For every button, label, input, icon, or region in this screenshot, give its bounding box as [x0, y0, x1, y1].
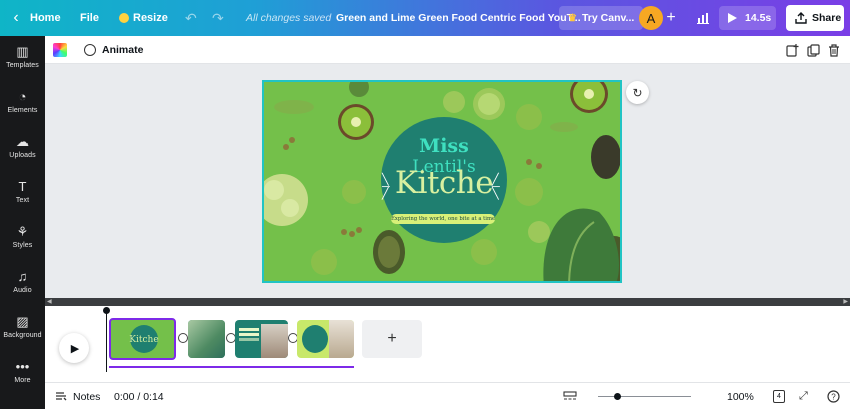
sidebar-item-templates[interactable]: ▥ Templates [0, 36, 45, 80]
timeline-view-icon[interactable] [563, 383, 577, 409]
sidebar-item-label: Text [15, 197, 30, 204]
sidebar-item-label: Elements [7, 107, 38, 114]
back-chevron-icon[interactable]: ‹ [8, 0, 24, 36]
save-status: All changes saved [246, 12, 332, 24]
sidebar-item-label: Uploads [9, 152, 36, 159]
scroll-right-icon[interactable]: ▶ [843, 298, 848, 306]
notes-icon [56, 392, 67, 401]
more-icon: ••• [15, 359, 30, 374]
timeline-progress-bar [109, 366, 354, 368]
resize-crown-icon [119, 13, 129, 23]
right-sparkle-marks: ╱ ─ ╲ [492, 174, 500, 200]
present-duration: 14.5s [745, 12, 772, 24]
timeline-play-icon[interactable]: ▶ [59, 333, 89, 363]
playhead-handle[interactable] [103, 307, 110, 314]
sidebar-item-label: Background [3, 332, 42, 339]
sidebar-item-elements[interactable]: ◔ Elements [0, 81, 45, 125]
editor-toolbar: Animate [45, 36, 850, 64]
templates-icon: ▥ [16, 44, 29, 59]
sidebar-item-styles[interactable]: ⚘ Styles [0, 216, 45, 260]
slide-tagline: Exploring the world, one bite at a time [391, 214, 495, 224]
play-icon [728, 13, 737, 23]
top-bar: ‹ Home File Resize ↶ ↷ All changes saved… [0, 0, 850, 36]
timeline-panel: ▶ Kitche + [45, 306, 850, 382]
text-icon: T [18, 179, 27, 194]
canvas-area: Miss Lentil's Kitche ╲ ─ ╱ ╱ ─ ╲ Exploring t… [45, 64, 850, 298]
color-picker-swatch[interactable] [53, 43, 67, 57]
zoom-slider-handle[interactable] [614, 393, 621, 400]
animate-button[interactable]: Animate [84, 36, 143, 64]
uploads-icon: ☁ [16, 134, 29, 149]
duplicate-page-icon[interactable] [807, 36, 820, 64]
elements-icon: ◔ [18, 89, 27, 104]
file-menu[interactable]: File [80, 0, 99, 36]
add-collaborator-icon[interactable]: + [664, 0, 678, 36]
thumbnail-image [188, 320, 225, 358]
add-page-button[interactable]: + [362, 320, 422, 358]
scroll-left-icon[interactable]: ◀ [47, 298, 52, 306]
insights-icon[interactable] [694, 0, 712, 36]
try-canva-pro-button[interactable]: ♛ Try Canv... [559, 6, 644, 30]
canvas-scrollbar[interactable]: ◀ ▶ [45, 298, 850, 306]
page-count-badge[interactable]: 4 [773, 390, 785, 403]
present-button[interactable]: 14.5s [719, 6, 776, 30]
share-button[interactable]: Share [786, 5, 844, 31]
notes-label: Notes [73, 390, 101, 403]
sidebar-item-label: More [14, 377, 31, 384]
left-sidebar: ▥ Templates ◔ Elements ☁ Uploads T Text … [0, 36, 45, 409]
page-thumbnail-3[interactable] [235, 320, 288, 358]
thumbnail-text-lines [239, 328, 259, 331]
sidebar-item-more[interactable]: ••• More [0, 351, 45, 395]
help-icon[interactable]: ? [827, 383, 840, 409]
refresh-suggestion-icon[interactable]: ↻ [626, 81, 649, 104]
resize-label: Resize [133, 12, 168, 24]
styles-icon: ⚘ [16, 224, 29, 239]
undo-icon[interactable]: ↶ [185, 0, 197, 36]
sidebar-item-audio[interactable]: ♫ Audio [0, 261, 45, 305]
avatar[interactable]: A [639, 6, 663, 30]
page-thumbnail-4[interactable] [297, 320, 354, 358]
background-icon: ▨ [16, 314, 29, 329]
footer-bar: Notes 0:00 / 0:14 100% 4 ⤢ ? [45, 382, 850, 409]
animate-label: Animate [102, 44, 144, 56]
sidebar-item-label: Styles [12, 242, 33, 249]
thumbnail-circle [302, 325, 328, 353]
timecode: 0:00 / 0:14 [114, 390, 164, 403]
zoom-level[interactable]: 100% [727, 383, 754, 409]
crown-icon: ♛ [568, 12, 577, 24]
sidebar-item-background[interactable]: ▨ Background [0, 306, 45, 350]
share-label: Share [812, 12, 842, 24]
audio-icon: ♫ [17, 269, 28, 284]
resize-button[interactable]: Resize [119, 0, 168, 36]
sidebar-item-label: Audio [13, 287, 32, 294]
sidebar-item-text[interactable]: T Text [0, 171, 45, 215]
slide-title-line1: Miss [419, 135, 469, 157]
notes-button[interactable]: Notes [55, 383, 100, 409]
zoom-slider-track[interactable] [598, 396, 691, 397]
left-sparkle-marks: ╲ ─ ╱ [382, 174, 390, 200]
sidebar-item-uploads[interactable]: ☁ Uploads [0, 126, 45, 170]
page-thumbnail-2[interactable] [188, 320, 225, 358]
try-canva-label: Try Canv... [581, 12, 635, 24]
svg-text:?: ? [831, 393, 836, 402]
thumbnail-title: Kitche [129, 335, 159, 345]
page-thumbnail-1[interactable]: Kitche [109, 318, 176, 360]
slide-title-line3: Kitche [394, 165, 494, 201]
design-title[interactable]: Green and Lime Green Food Centric Food Y… [336, 0, 581, 36]
delete-page-icon[interactable] [828, 36, 840, 64]
slide-canvas[interactable]: Miss Lentil's Kitche ╲ ─ ╱ ╱ ─ ╲ Exploring t… [262, 80, 622, 283]
add-page-icon[interactable] [786, 36, 799, 64]
fullscreen-icon[interactable]: ⤢ [799, 383, 808, 409]
thumbnail-image [329, 320, 354, 358]
share-icon [795, 12, 807, 24]
redo-icon[interactable]: ↷ [212, 0, 224, 36]
transition-icon[interactable] [178, 333, 188, 343]
animate-icon [84, 44, 96, 56]
thumbnail-image [261, 324, 288, 358]
home-button[interactable]: Home [30, 0, 61, 36]
playhead[interactable] [106, 310, 107, 372]
sidebar-item-label: Templates [6, 62, 39, 69]
